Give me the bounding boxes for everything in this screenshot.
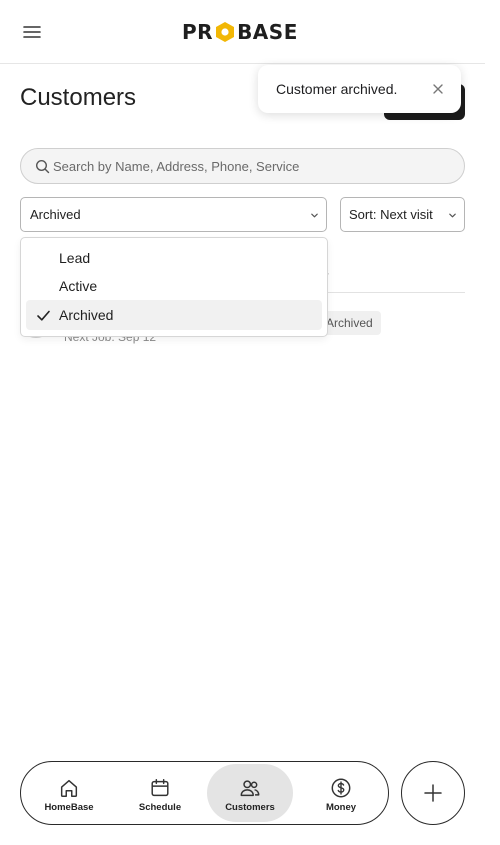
bottom-navigation: HomeBase Schedule Customers Money: [20, 761, 389, 825]
toast-notification: Customer archived.: [258, 65, 461, 113]
option-label: Lead: [59, 250, 91, 266]
nav-label: Customers: [225, 802, 275, 813]
home-icon: [60, 779, 78, 797]
nav-label: Schedule: [138, 802, 182, 813]
checkmark-icon: [37, 310, 50, 321]
logo-hex-icon: [214, 21, 236, 43]
status-badge: Archived: [320, 311, 381, 335]
search-bar: [20, 148, 465, 184]
sort-select[interactable]: Sort: Next visit: [340, 197, 465, 232]
nav-item-homebase[interactable]: HomeBase: [26, 764, 112, 822]
probase-logo[interactable]: PR BASE: [182, 20, 298, 44]
sort-value: Sort: Next visit: [349, 207, 433, 222]
search-input[interactable]: [53, 149, 453, 183]
toast-message: Customer archived.: [276, 81, 398, 97]
dropdown-option-archived[interactable]: Archived: [26, 300, 322, 330]
dropdown-option-lead[interactable]: Lead: [26, 243, 322, 273]
add-fab-button[interactable]: [401, 761, 465, 825]
logo-text-left: PR: [182, 20, 214, 44]
status-dropdown-menu: Lead Active Archived: [20, 237, 328, 337]
plus-icon: [424, 784, 442, 802]
calendar-icon: [151, 779, 169, 797]
users-icon: [240, 780, 260, 797]
logo-text-right: BASE: [237, 20, 298, 44]
app-header: PR BASE: [0, 0, 485, 64]
dollar-icon: [331, 778, 351, 798]
page-title: Customers: [20, 84, 137, 111]
option-label: Active: [59, 278, 98, 294]
status-filter-select[interactable]: Archived: [20, 197, 327, 232]
nav-label: HomeBase: [44, 802, 94, 813]
hamburger-menu-icon[interactable]: [22, 22, 42, 42]
dropdown-option-active[interactable]: Active: [26, 271, 322, 301]
search-icon: [35, 159, 50, 174]
nav-item-customers[interactable]: Customers: [207, 764, 293, 822]
close-icon[interactable]: [431, 82, 445, 96]
nav-item-money[interactable]: Money: [298, 764, 384, 822]
option-label: Archived: [59, 307, 114, 323]
nav-item-schedule[interactable]: Schedule: [117, 764, 203, 822]
status-filter-value: Archived: [30, 207, 81, 222]
nav-label: Money: [325, 802, 357, 813]
chevron-down-icon: [449, 213, 456, 218]
chevron-down-icon: [311, 213, 318, 218]
